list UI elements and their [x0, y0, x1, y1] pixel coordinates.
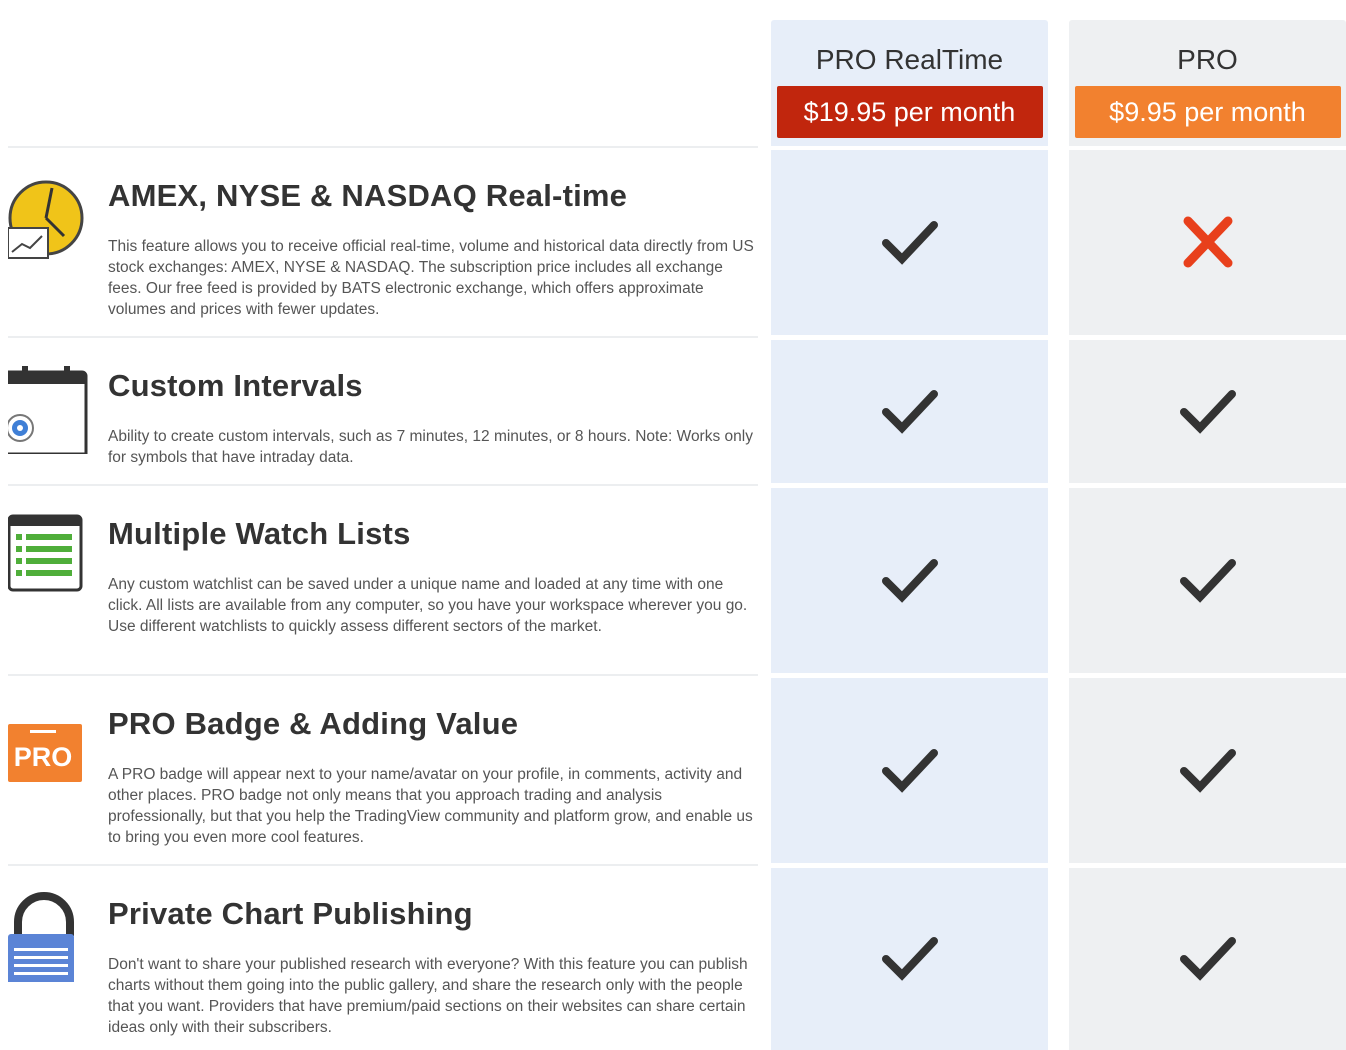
- cell-realtime-feature-4: [771, 678, 1048, 863]
- check-icon: [1179, 558, 1236, 603]
- feature-row-realtime: AMEX, NYSE & NASDAQ Real-time This featu…: [7, 146, 758, 336]
- plan-column-pro: PRO $9.95 per month: [1069, 20, 1346, 146]
- feature-row-private-publishing: Private Chart Publishing Don't want to s…: [8, 864, 758, 1050]
- cross-icon: [1183, 216, 1232, 267]
- check-icon: [1179, 748, 1236, 793]
- feature-row-custom-intervals: Custom Intervals Ability to create custo…: [6, 336, 758, 484]
- cell-pro-feature-2: [1069, 340, 1346, 483]
- plan-title: PRO RealTime: [815, 44, 1004, 75]
- feature-row-watch-lists: Multiple Watch Lists Any custom watchlis…: [7, 484, 758, 674]
- check-icon: [881, 389, 938, 434]
- cell-pro-feature-4: [1069, 678, 1346, 863]
- price-button-pro-realtime[interactable]: $19.95 per month: [776, 86, 1043, 138]
- cell-realtime-feature-5: [771, 868, 1048, 1050]
- check-icon: [881, 937, 938, 981]
- feature-row-pro-badge: PRO PRO Badge & Adding Value A PRO badge…: [8, 674, 758, 864]
- cell-pro-feature-5: [1069, 868, 1346, 1050]
- cell-pro-feature-3: [1069, 488, 1346, 673]
- feature-title: Private Chart Publishing: [108, 896, 473, 931]
- plan-column-pro-realtime: PRO RealTime $19.95 per month: [771, 20, 1048, 146]
- check-icon: [881, 748, 938, 793]
- feature-title: PRO Badge & Adding Value: [108, 706, 519, 741]
- plan-header-pro: PRO $9.95 per month: [1069, 20, 1346, 146]
- feature-description: Don't want to share your published resea…: [108, 956, 748, 1036]
- feature-description: Any custom watchlist can be saved under …: [108, 576, 748, 635]
- realtime-clock-icon: [7, 174, 88, 264]
- calendar-gear-icon: [6, 364, 88, 456]
- feature-title: Custom Intervals: [108, 368, 363, 403]
- cell-realtime-feature-2: [771, 340, 1048, 483]
- feature-title: AMEX, NYSE & NASDAQ Real-time: [108, 178, 628, 213]
- feature-title: Multiple Watch Lists: [108, 516, 411, 551]
- check-icon: [881, 558, 938, 603]
- svg-text:PRO: PRO: [14, 742, 73, 772]
- feature-description: This feature allows you to receive offic…: [108, 238, 754, 318]
- price-button-pro[interactable]: $9.95 per month: [1074, 86, 1341, 138]
- plan-title: PRO: [1177, 44, 1238, 75]
- cell-pro-feature-1: [1069, 150, 1346, 335]
- padlock-icon: [8, 892, 88, 986]
- list-icon: [7, 512, 88, 602]
- plan-header-pro-realtime: PRO RealTime $19.95 per month: [771, 20, 1048, 146]
- check-icon: [881, 220, 938, 265]
- check-icon: [1179, 389, 1236, 434]
- check-icon: [1179, 937, 1236, 981]
- feature-description: Ability to create custom intervals, such…: [108, 428, 753, 466]
- cell-realtime-feature-3: [771, 488, 1048, 673]
- feature-list: AMEX, NYSE & NASDAQ Real-time This featu…: [6, 0, 758, 1050]
- pro-badge-icon: PRO: [8, 702, 88, 792]
- feature-description: A PRO badge will appear next to your nam…: [108, 766, 753, 846]
- cell-realtime-feature-1: [771, 150, 1048, 335]
